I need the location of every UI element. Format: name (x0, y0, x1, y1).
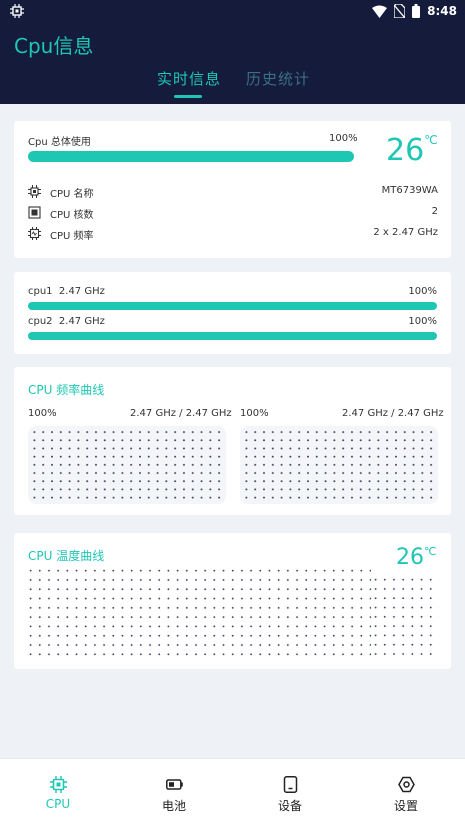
core1-name: cpu1 (28, 286, 53, 297)
temperature-chart-tail (371, 575, 439, 658)
cpu-icon (50, 776, 67, 793)
nav-settings[interactable]: 设置 (348, 759, 464, 828)
wifi-icon (372, 5, 388, 18)
core2-percent: 100% (408, 316, 437, 327)
no-sim-icon (394, 4, 406, 18)
frequency-curve-card: CPU 频率曲线 100% 2.47 GHz / 2.47 GHz 100% 2… (14, 367, 451, 515)
bottom-navigation: CPU 电池 设备 设置 (0, 758, 465, 828)
device-icon (283, 776, 298, 793)
temperature-unit: ℃ (424, 133, 438, 147)
nav-cpu-label: CPU (45, 797, 71, 811)
cpu-name-value: MT6739WA (381, 185, 438, 196)
app-header: 8:48 Cpu信息 实时信息 历史统计 (0, 0, 465, 104)
usage-percent: 100% (329, 133, 358, 144)
freq-chart2-freq: 2.47 GHz / 2.47 GHz (342, 408, 444, 419)
cpu-chip-icon (28, 185, 41, 198)
cpu-cores-icon (28, 206, 41, 219)
nav-device[interactable]: 设备 (232, 759, 348, 828)
cpu-name-label: CPU 名称 (50, 189, 94, 200)
tab-history-stats[interactable]: 历史统计 (246, 68, 310, 89)
nav-settings-label: 设置 (393, 799, 418, 813)
cpu-frequency-icon (28, 227, 41, 240)
usage-label: Cpu 总体使用 (28, 137, 91, 148)
status-time: 8:48 (427, 4, 457, 18)
nav-device-label: 设备 (277, 799, 302, 813)
battery-icon (166, 779, 183, 790)
core1-percent: 100% (408, 286, 437, 297)
tab-realtime-info[interactable]: 实时信息 (157, 68, 221, 89)
temperature-curve-value: 26℃ (396, 545, 436, 570)
cpu-overview-card: Cpu 总体使用 100% 26℃ CPU 名称 MT6739WA CPU 核数… (14, 121, 451, 258)
usage-progress-bar (28, 151, 354, 162)
cpu-cores-label: CPU 核数 (50, 210, 94, 221)
freq-chart1-freq: 2.47 GHz / 2.47 GHz (130, 408, 232, 419)
active-tab-indicator (174, 95, 202, 98)
frequency-curve-title: CPU 频率曲线 (28, 383, 105, 397)
nav-battery[interactable]: 电池 (116, 759, 232, 828)
temperature-chart (26, 566, 371, 658)
core1-freq: 2.47 GHz (58, 286, 105, 297)
nav-cpu[interactable]: CPU (0, 759, 116, 828)
temp-curve-number: 26 (396, 545, 424, 570)
frequency-chart-1 (28, 426, 226, 504)
cpu-cores-value: 2 (431, 206, 438, 217)
temperature-display: 26℃ (386, 133, 438, 168)
freq-chart1-percent: 100% (28, 408, 57, 419)
cpu-cores-card: cpu1 2.47 GHz 100% cpu2 2.47 GHz 100% (14, 272, 451, 354)
core1-progress-bar (28, 302, 437, 310)
app-title: Cpu信息 (14, 34, 94, 58)
cpu-name-row: CPU 名称 MT6739WA (28, 184, 438, 200)
battery-status-icon (412, 4, 421, 18)
nav-battery-label: 电池 (161, 799, 186, 813)
cpu-frequency-row: CPU 频率 2 x 2.47 GHz (28, 226, 438, 242)
core2-label: cpu2 2.47 GHz (28, 316, 105, 327)
freq-chart2-percent: 100% (240, 408, 269, 419)
status-bar: 8:48 (0, 0, 465, 24)
core2-progress-bar (28, 332, 437, 340)
cpu-frequency-value: 2 x 2.47 GHz (373, 227, 438, 238)
tab-bar: 实时信息 历史统计 (0, 68, 465, 104)
core1-label: cpu1 2.47 GHz (28, 286, 105, 297)
cpu-cores-row: CPU 核数 2 (28, 205, 438, 221)
temperature-value: 26 (386, 133, 425, 168)
cpu-notification-icon (10, 4, 24, 18)
temperature-curve-title: CPU 温度曲线 (28, 549, 105, 563)
core2-freq: 2.47 GHz (58, 316, 105, 327)
temp-curve-unit: ℃ (424, 545, 437, 558)
core2-name: cpu2 (28, 316, 53, 327)
settings-icon (398, 776, 415, 793)
frequency-chart-2 (240, 426, 438, 504)
temperature-curve-card: CPU 温度曲线 26℃ (14, 533, 451, 669)
cpu-frequency-label: CPU 频率 (50, 231, 94, 242)
